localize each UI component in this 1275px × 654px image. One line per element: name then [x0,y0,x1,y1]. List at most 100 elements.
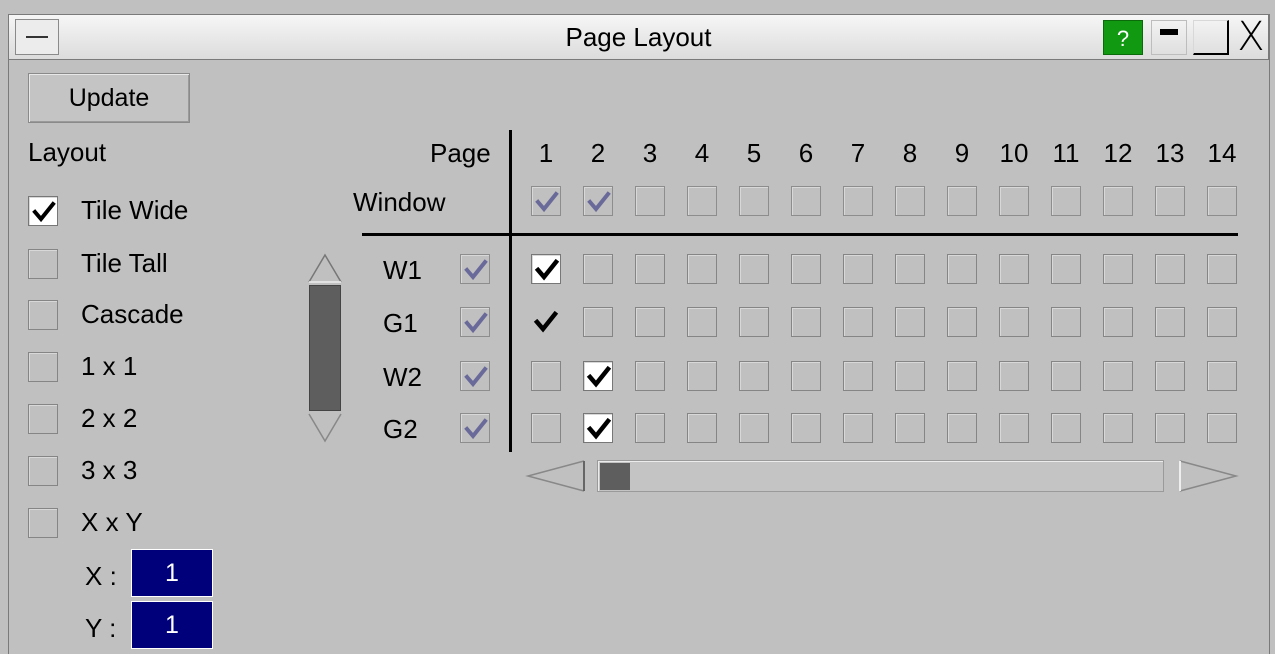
layout-option-checkbox[interactable] [28,352,58,382]
page-assign-checkbox[interactable] [791,254,821,284]
layout-option-checkbox[interactable] [28,456,58,486]
page-assign-checkbox[interactable] [1051,254,1081,284]
page-assign-checkbox[interactable] [843,307,873,337]
scroll-down-arrow-icon[interactable] [308,413,342,443]
x-value-input[interactable]: 1 [131,549,213,597]
page-number: 3 [642,138,658,168]
window-page-checkbox[interactable] [947,186,977,216]
page-assign-checkbox[interactable] [947,413,977,443]
window-page-checkbox[interactable] [895,186,925,216]
page-assign-checkbox[interactable] [687,361,717,391]
page-number: 8 [902,138,918,168]
page-assign-checkbox[interactable] [947,254,977,284]
window-page-checkbox[interactable] [791,186,821,216]
page-assign-checkbox[interactable] [1155,254,1185,284]
window-page-checkbox[interactable] [999,186,1029,216]
page-assign-checkbox[interactable] [1207,361,1237,391]
help-button[interactable]: ? [1103,20,1143,55]
page-assign-checkbox[interactable] [1051,361,1081,391]
horizontal-scroll-track[interactable] [597,460,1164,492]
layout-option-checkbox[interactable] [28,300,58,330]
page-assign-checkbox[interactable] [739,413,769,443]
grid-row-enable-checkbox[interactable] [460,413,490,443]
window-page-checkbox[interactable] [739,186,769,216]
grid-row-enable-checkbox[interactable] [460,307,490,337]
y-value-input[interactable]: 1 [131,601,213,649]
page-assign-checkbox[interactable] [999,254,1029,284]
page-assign-checkbox[interactable] [635,307,665,337]
window-page-checkbox[interactable] [1103,186,1133,216]
page-assign-checkbox[interactable] [583,413,613,443]
close-button[interactable]: X [1233,17,1269,57]
layout-option-checkbox[interactable] [28,249,58,279]
page-assign-checkbox[interactable] [791,413,821,443]
page-assign-checkbox[interactable] [1155,307,1185,337]
checkmark-icon [587,191,611,213]
page-assign-checkbox[interactable] [739,307,769,337]
window-page-checkbox[interactable] [1207,186,1237,216]
page-assign-checkbox[interactable] [1051,307,1081,337]
minimize-button[interactable] [1151,20,1187,55]
page-assign-checkbox[interactable] [531,307,561,337]
scroll-left-arrow-icon[interactable] [525,460,586,492]
page-assign-checkbox[interactable] [635,254,665,284]
checkmark-icon [535,191,559,213]
page-assign-checkbox[interactable] [895,361,925,391]
page-assign-checkbox[interactable] [947,361,977,391]
maximize-button[interactable] [1193,20,1229,55]
page-assign-checkbox[interactable] [895,413,925,443]
grid-row-enable-checkbox[interactable] [460,254,490,284]
page-assign-checkbox[interactable] [1051,413,1081,443]
window-page-checkbox[interactable] [583,186,613,216]
page-assign-checkbox[interactable] [791,307,821,337]
page-assign-checkbox[interactable] [1103,254,1133,284]
page-assign-checkbox[interactable] [739,361,769,391]
page-assign-checkbox[interactable] [999,361,1029,391]
page-assign-checkbox[interactable] [531,254,561,284]
page-assign-checkbox[interactable] [531,361,561,391]
page-assign-checkbox[interactable] [999,413,1029,443]
page-assign-checkbox[interactable] [583,361,613,391]
update-button[interactable]: Update [28,73,190,123]
page-assign-checkbox[interactable] [531,413,561,443]
page-assign-checkbox[interactable] [1207,254,1237,284]
page-assign-checkbox[interactable] [1207,413,1237,443]
page-assign-checkbox[interactable] [1207,307,1237,337]
layout-option-checkbox[interactable] [28,196,58,226]
window-page-checkbox[interactable] [1155,186,1185,216]
window-page-checkbox[interactable] [635,186,665,216]
page-assign-checkbox[interactable] [791,361,821,391]
page-assign-checkbox[interactable] [687,413,717,443]
page-assign-checkbox[interactable] [1155,361,1185,391]
window-page-checkbox[interactable] [687,186,717,216]
page-assign-checkbox[interactable] [1103,361,1133,391]
page-assign-checkbox[interactable] [1103,413,1133,443]
page-assign-checkbox[interactable] [843,361,873,391]
scroll-up-arrow-icon[interactable] [308,253,342,283]
page-assign-checkbox[interactable] [739,254,769,284]
window-page-checkbox[interactable] [1051,186,1081,216]
window-page-checkbox[interactable] [531,186,561,216]
page-assign-checkbox[interactable] [635,361,665,391]
window-page-checkbox[interactable] [843,186,873,216]
scroll-right-arrow-icon[interactable] [1178,460,1239,492]
page-assign-checkbox[interactable] [583,307,613,337]
horizontal-scroll-thumb[interactable] [600,463,630,490]
page-assign-checkbox[interactable] [1155,413,1185,443]
page-assign-checkbox[interactable] [843,413,873,443]
page-assign-checkbox[interactable] [583,254,613,284]
page-assign-checkbox[interactable] [843,254,873,284]
page-assign-checkbox[interactable] [947,307,977,337]
page-assign-checkbox[interactable] [999,307,1029,337]
page-assign-checkbox[interactable] [895,307,925,337]
vertical-scroll-thumb[interactable] [309,285,341,411]
page-assign-checkbox[interactable] [687,307,717,337]
grid-row-enable-checkbox[interactable] [460,361,490,391]
layout-option-checkbox[interactable] [28,508,58,538]
page-assign-checkbox[interactable] [687,254,717,284]
page-assign-checkbox[interactable] [895,254,925,284]
layout-option-checkbox[interactable] [28,404,58,434]
page-assign-checkbox[interactable] [1103,307,1133,337]
page-assign-checkbox[interactable] [635,413,665,443]
title-bar[interactable]: Page Layout ? X [8,14,1269,60]
